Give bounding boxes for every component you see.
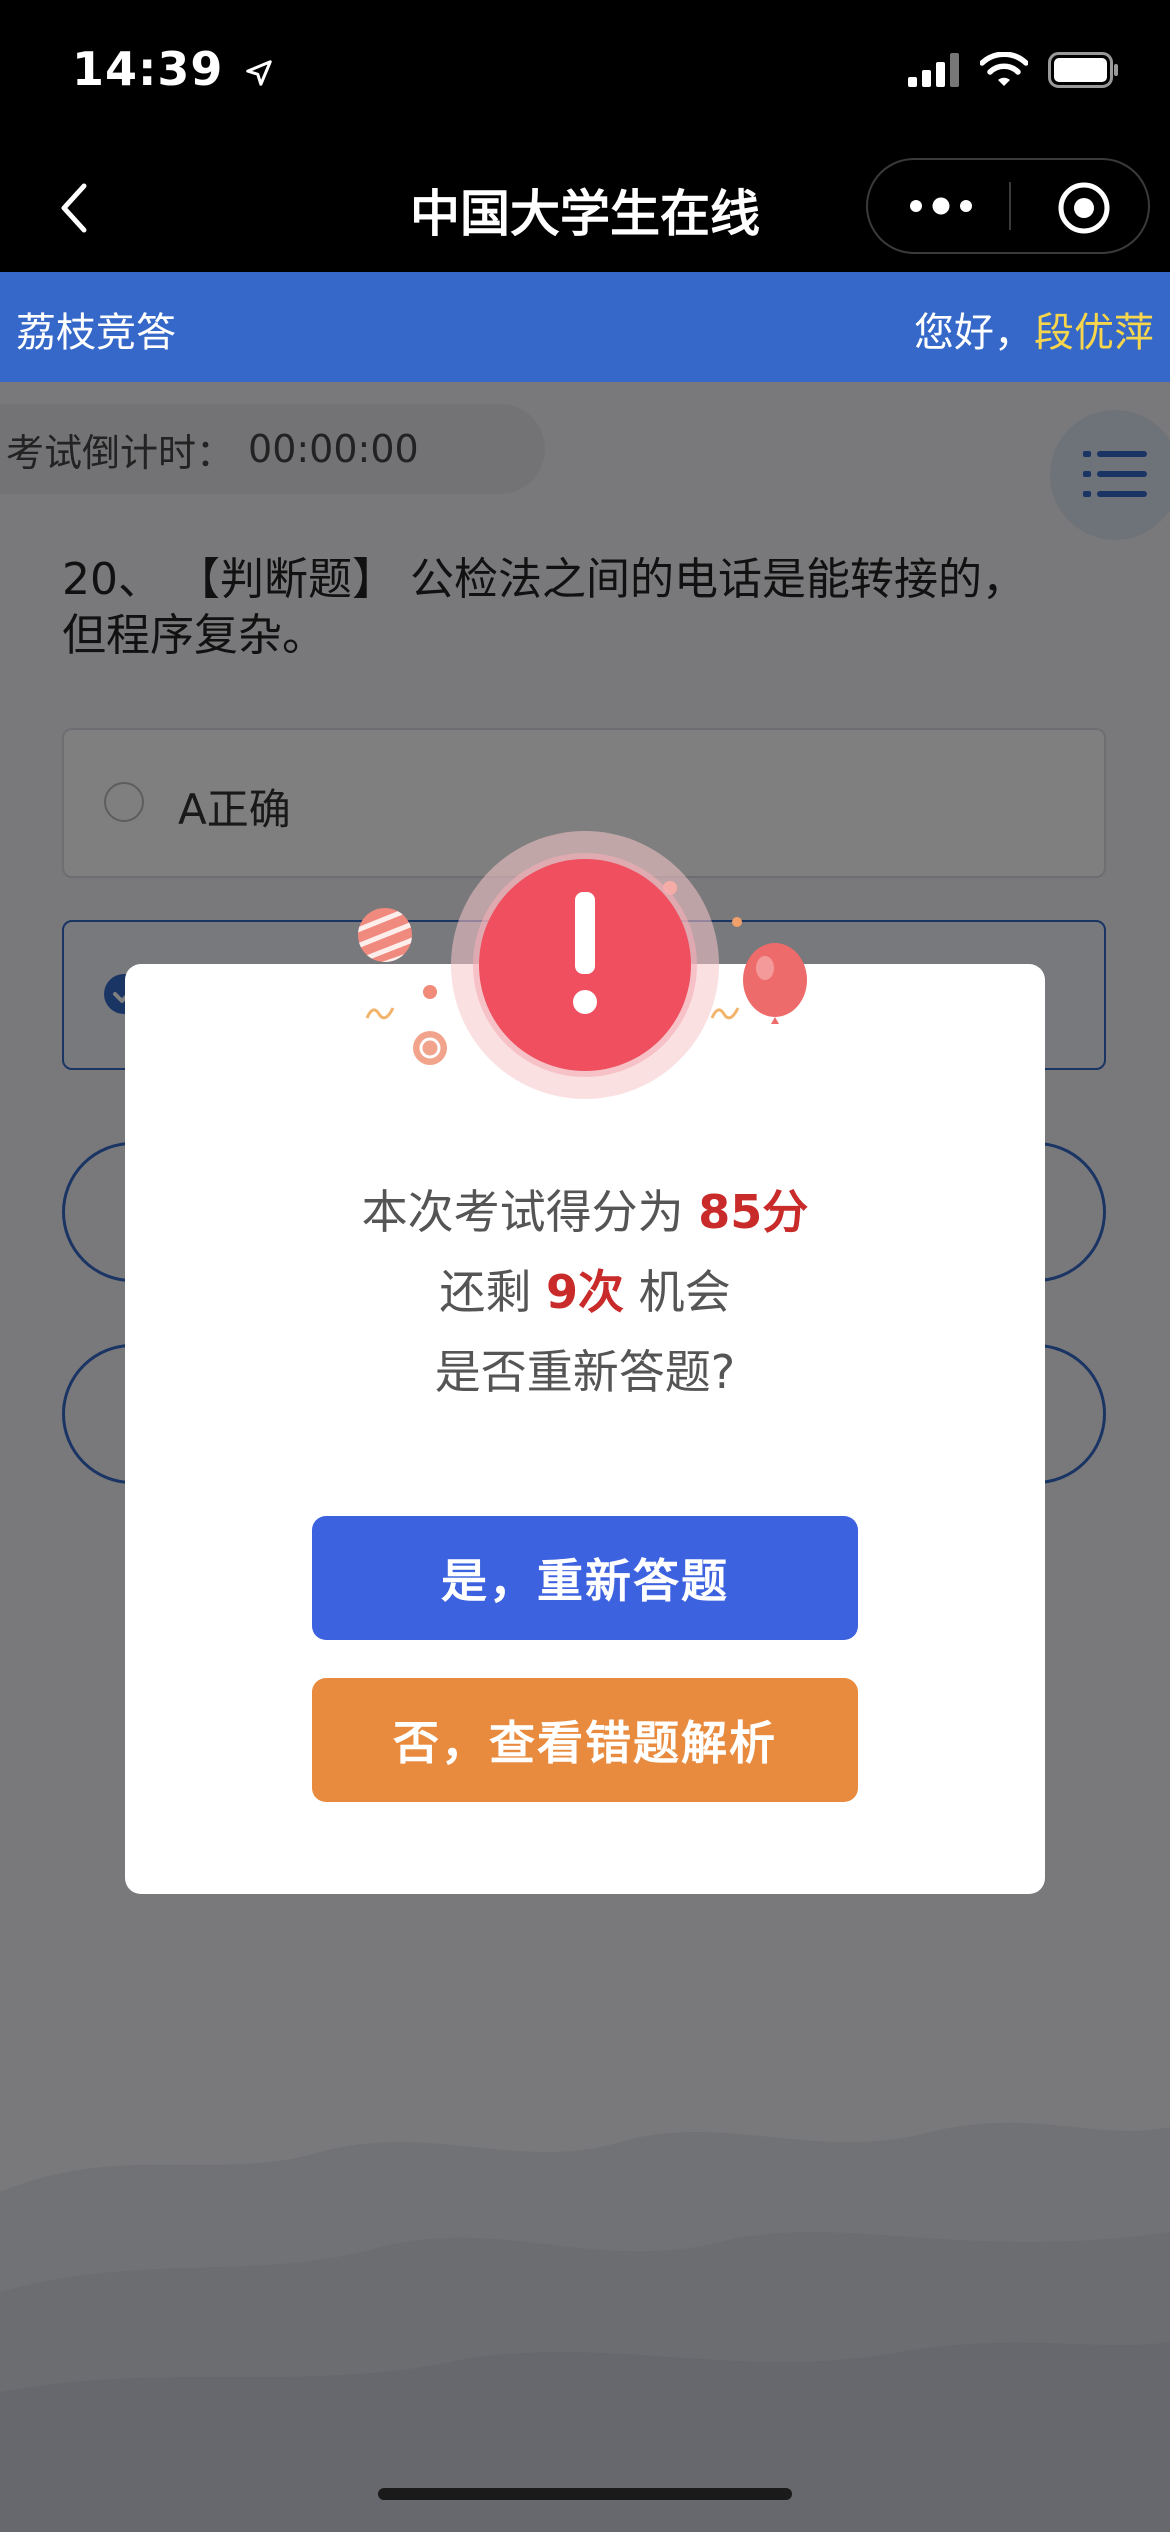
balloon-icon <box>743 943 807 1024</box>
cellular-signal-icon <box>908 53 959 87</box>
score-prefix: 本次考试得分为 <box>361 1185 699 1239</box>
striped-ball-icon <box>358 908 412 962</box>
status-bar: 14:39 <box>0 0 1170 150</box>
user-name[interactable]: 段优萍 <box>1034 310 1154 356</box>
wifi-icon <box>980 52 1028 86</box>
home-indicator <box>378 2488 792 2500</box>
app-header: 荔枝竞答 您好，段优萍 <box>0 272 1170 382</box>
greeting: 您好，段优萍 <box>914 300 1154 358</box>
score-value: 85分 <box>698 1185 809 1239</box>
alert-icon <box>451 831 719 1099</box>
greeting-text: 您好， <box>914 310 1034 356</box>
chances-suffix: 机会 <box>624 1265 731 1319</box>
small-ball-icon <box>413 1031 447 1065</box>
status-indicators <box>908 52 1120 88</box>
battery-icon <box>1048 52 1118 88</box>
nav-bar: 中国大学生在线 <box>0 150 1170 272</box>
status-time: 14:39 <box>72 42 274 96</box>
mini-program-capsule <box>866 158 1150 254</box>
close-target-icon[interactable] <box>1056 180 1112 236</box>
retry-question: 是否重新答题? <box>434 1345 736 1399</box>
score-message: 本次考试得分为 85分 <box>125 1182 1045 1242</box>
status-time-text: 14:39 <box>72 42 224 96</box>
confetti-dot-icon <box>732 917 742 927</box>
confetti-squiggle-icon <box>365 1007 395 1020</box>
chances-prefix: 还剩 <box>439 1265 546 1319</box>
review-mistakes-button[interactable]: 否，查看错题解析 <box>312 1678 858 1802</box>
location-arrow-icon <box>246 59 273 86</box>
chances-message: 还剩 9次 机会 <box>125 1262 1045 1322</box>
more-icon[interactable] <box>904 182 978 230</box>
chances-value: 9次 <box>545 1265 624 1319</box>
capsule-divider <box>1009 182 1011 230</box>
confetti-dot-icon <box>423 985 437 999</box>
retry-button[interactable]: 是，重新答题 <box>312 1516 858 1640</box>
app-name: 荔枝竞答 <box>16 310 176 356</box>
